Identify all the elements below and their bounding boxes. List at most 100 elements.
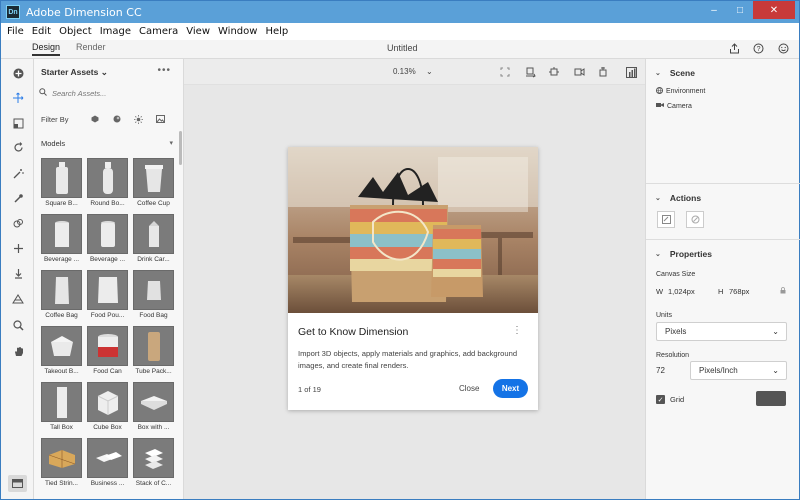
add-icon[interactable]	[10, 65, 26, 81]
hero-image	[288, 147, 538, 313]
help-icon[interactable]: ?	[751, 41, 765, 55]
menu-window[interactable]: Window	[218, 26, 257, 37]
asset-tube-package[interactable]: Tube Pack...	[133, 326, 174, 375]
zoom-level[interactable]: 0.13%	[393, 67, 416, 76]
tab-render[interactable]: Render	[76, 42, 106, 52]
asset-search	[39, 86, 177, 100]
filter-lights-icon[interactable]	[133, 113, 144, 125]
filter-materials-icon[interactable]	[112, 113, 123, 125]
menu-help[interactable]: Help	[265, 26, 288, 37]
assets-scrollbar[interactable]	[179, 131, 182, 165]
sampler-icon[interactable]	[10, 215, 26, 231]
properties-title: Properties	[669, 249, 712, 259]
menu-object[interactable]: Object	[59, 26, 92, 37]
assets-header-label: Starter Assets	[41, 67, 99, 77]
tab-design[interactable]: Design	[32, 42, 61, 56]
camera-pan-icon[interactable]	[547, 65, 561, 79]
search-input[interactable]	[52, 88, 162, 98]
asset-tied-string-box[interactable]: Tied Strin...	[41, 438, 82, 487]
image-from-scene-icon[interactable]	[686, 211, 704, 228]
app-window: Dn Adobe Dimension CC – □ ✕ File Edit Ob…	[0, 0, 800, 500]
more-options-icon[interactable]: •••	[157, 65, 171, 76]
feedback-icon[interactable]	[776, 41, 790, 55]
camera-orbit-icon[interactable]	[524, 65, 538, 79]
chevron-down-icon: ⌄	[655, 70, 661, 77]
asset-cube-box[interactable]: Cube Box	[87, 382, 128, 431]
resolution-field[interactable]: 72	[656, 361, 684, 380]
menu-view[interactable]: View	[186, 26, 210, 37]
frame-icon[interactable]	[498, 65, 512, 79]
scale-tool-icon[interactable]	[10, 115, 26, 131]
asset-food-pouch[interactable]: Food Pou...	[87, 270, 128, 319]
starter-assets-dropdown[interactable]: Starter Assets ⌄	[41, 67, 108, 78]
camera-icon	[656, 102, 664, 110]
filter-models-icon[interactable]	[90, 113, 101, 125]
camera-dolly-icon[interactable]	[572, 65, 586, 79]
height-label: H	[718, 287, 724, 296]
units-label: Units	[656, 312, 672, 319]
rotate-tool-icon[interactable]	[10, 139, 26, 155]
fit-to-canvas-icon[interactable]	[657, 211, 675, 228]
models-section-header[interactable]: Models ▾	[41, 137, 173, 149]
asset-stack-of-cards[interactable]: Stack of C...	[133, 438, 174, 487]
align-tool-icon[interactable]	[10, 290, 26, 306]
select-tool-icon[interactable]	[10, 90, 26, 106]
card-more-icon[interactable]: ⋮	[512, 325, 522, 336]
units-select[interactable]: Pixels ⌄	[656, 322, 787, 341]
asset-coffee-bag[interactable]: Coffee Bag	[41, 270, 82, 319]
actions-title: Actions	[669, 193, 702, 203]
camera-view-icon[interactable]	[597, 65, 611, 79]
maximize-button[interactable]: □	[727, 1, 753, 19]
chevron-down-icon[interactable]: ⌄	[426, 67, 433, 76]
asset-box-with-lid[interactable]: Box with ...	[133, 382, 174, 431]
canvas-area[interactable]: 0.13% ⌄ Get to Know Dimension ⋮ Import 3…	[184, 59, 645, 499]
menu-file[interactable]: File	[7, 26, 24, 37]
asset-food-bag[interactable]: Food Bag	[133, 270, 174, 319]
menu-camera[interactable]: Camera	[139, 26, 178, 37]
asset-beverage-can-1[interactable]: Beverage ...	[41, 214, 82, 263]
scene-section-header[interactable]: ⌄ Scene	[655, 68, 695, 78]
asset-business-cards[interactable]: Business ...	[87, 438, 128, 487]
eyedropper-icon[interactable]	[10, 190, 26, 206]
asset-thumbnail	[87, 382, 128, 422]
scene-item-environment[interactable]: Environment	[656, 87, 705, 96]
asset-square-bottle[interactable]: Square B...	[41, 158, 82, 207]
asset-round-bottle[interactable]: Round Bo...	[87, 158, 128, 207]
resolution-unit-select[interactable]: Pixels/Inch ⌄	[690, 361, 787, 380]
asset-takeout-box[interactable]: Takeout B...	[41, 326, 82, 375]
close-window-button[interactable]: ✕	[753, 1, 795, 19]
properties-section-header[interactable]: ⌄ Properties	[655, 249, 712, 259]
menu-image[interactable]: Image	[100, 26, 131, 37]
share-icon[interactable]	[727, 41, 741, 55]
move-tool-icon[interactable]	[10, 240, 26, 256]
next-button[interactable]: Next	[493, 379, 528, 398]
panel-toggle-icon[interactable]	[8, 475, 27, 492]
grid-color-swatch[interactable]	[756, 391, 786, 406]
lock-icon[interactable]	[780, 287, 786, 296]
magic-wand-icon[interactable]	[10, 165, 26, 181]
asset-food-can[interactable]: Food Can	[87, 326, 128, 375]
asset-tall-box[interactable]: Tall Box	[41, 382, 82, 431]
drop-to-ground-icon[interactable]	[10, 265, 26, 281]
close-button[interactable]: Close	[459, 384, 479, 393]
zoom-icon[interactable]	[10, 317, 26, 333]
hand-tool-icon[interactable]	[10, 343, 26, 359]
chevron-down-icon: ⌄	[655, 251, 661, 258]
scene-title: Scene	[669, 68, 695, 78]
minimize-button[interactable]: –	[701, 1, 727, 19]
render-preview-icon[interactable]	[624, 65, 638, 79]
scene-item-camera[interactable]: Camera	[656, 102, 692, 110]
height-field[interactable]: 768px	[729, 287, 749, 296]
asset-beverage-can-2[interactable]: Beverage ...	[87, 214, 128, 263]
width-field[interactable]: 1,024px	[668, 287, 695, 296]
filter-images-icon[interactable]	[155, 113, 166, 125]
card-description: Import 3D objects, apply materials and g…	[298, 349, 518, 370]
actions-section-header[interactable]: ⌄ Actions	[655, 193, 701, 203]
asset-drink-carton[interactable]: Drink Car...	[133, 214, 174, 263]
globe-icon	[656, 87, 663, 96]
filter-row: Filter By	[41, 113, 177, 125]
asset-coffee-cup[interactable]: Coffee Cup	[133, 158, 174, 207]
menu-edit[interactable]: Edit	[32, 26, 51, 37]
grid-checkbox[interactable]: ✓	[656, 395, 665, 404]
divider	[646, 183, 800, 184]
